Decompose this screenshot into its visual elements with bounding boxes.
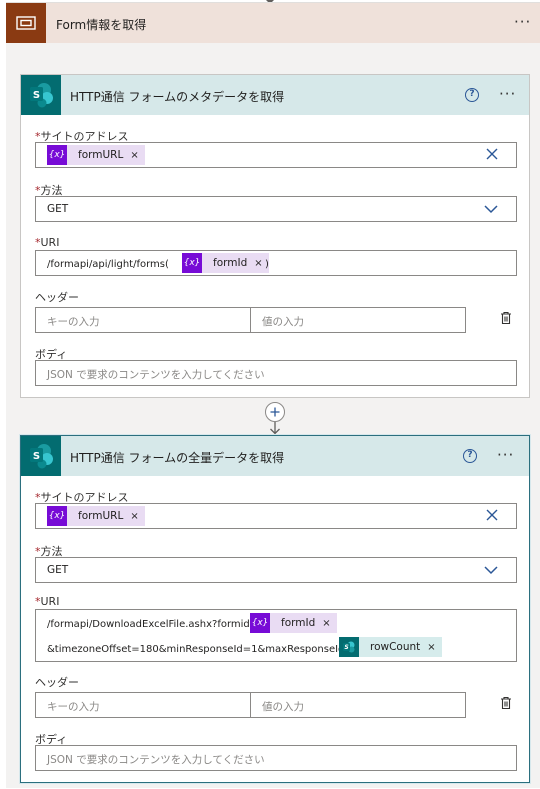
action-header[interactable]: S HTTP通信 フォームのメタデータを取得 ? ··· xyxy=(21,75,529,115)
action-more-button[interactable]: ··· xyxy=(499,87,516,102)
scope-container: Form情報を取得 ··· S HTTP通信 フォームのメタデータを取得 ? ·… xyxy=(6,2,540,788)
action-card-full-data: S HTTP通信 フォームの全量データを取得 ? ··· *サイトのアドレス {… xyxy=(20,435,530,783)
sharepoint-icon: S xyxy=(339,637,359,657)
action-title: HTTP通信 フォームの全量データを取得 xyxy=(70,451,285,465)
help-icon[interactable]: ? xyxy=(465,88,479,102)
token-remove-button[interactable]: × xyxy=(427,642,441,653)
token-remove-button[interactable]: × xyxy=(322,618,336,629)
variable-icon: {x} xyxy=(250,613,270,633)
method-dropdown[interactable]: GET xyxy=(35,196,517,222)
variable-icon: {x} xyxy=(47,506,67,526)
variable-token-formURL[interactable]: {x} formURL × xyxy=(47,145,145,165)
token-remove-button[interactable]: × xyxy=(130,150,144,161)
svg-text:S: S xyxy=(33,90,40,101)
scope-icon xyxy=(6,3,46,43)
help-icon[interactable]: ? xyxy=(463,449,477,463)
scope-more-button[interactable]: ··· xyxy=(514,15,531,30)
site-address-field[interactable]: {x} formURL × xyxy=(35,503,517,529)
uri-field[interactable]: /formapi/DownloadExcelFile.ashx?formid= … xyxy=(35,609,517,662)
chevron-down-icon xyxy=(484,566,498,575)
method-dropdown[interactable]: GET xyxy=(35,557,517,583)
sharepoint-icon: S xyxy=(21,75,61,115)
trash-icon[interactable] xyxy=(499,311,513,325)
uri-field[interactable]: /formapi/api/light/forms( {x} formId × ) xyxy=(35,250,517,276)
scope-header[interactable]: Form情報を取得 ··· xyxy=(6,3,540,43)
body-input[interactable]: JSON で要求のコンテンツを入力してください xyxy=(35,360,517,386)
scope-title: Form情報を取得 xyxy=(56,18,147,32)
headers-label: ヘッダー xyxy=(35,676,79,689)
sharepoint-token-rowCount[interactable]: S rowCount × xyxy=(339,637,442,657)
variable-token-formId[interactable]: {x} formId × xyxy=(182,253,269,273)
site-address-field[interactable]: {x} formURL × xyxy=(35,142,517,168)
trash-icon[interactable] xyxy=(499,696,513,710)
action-more-button[interactable]: ··· xyxy=(497,448,514,463)
header-value-input[interactable]: 値の入力 xyxy=(250,692,466,718)
plus-icon[interactable] xyxy=(264,401,286,435)
variable-icon: {x} xyxy=(47,145,67,165)
action-title: HTTP通信 フォームのメタデータを取得 xyxy=(70,90,285,104)
variable-token-formId[interactable]: {x} formId × xyxy=(250,613,337,633)
action-card-metadata: S HTTP通信 フォームのメタデータを取得 ? ··· *サイトのアドレス {… xyxy=(20,74,530,398)
svg-text:S: S xyxy=(344,644,348,651)
token-remove-button[interactable]: × xyxy=(130,511,144,522)
close-icon[interactable] xyxy=(486,509,498,521)
chevron-down-icon xyxy=(484,205,498,214)
add-step-connector xyxy=(264,401,286,435)
action-header[interactable]: S HTTP通信 フォームの全量データを取得 ? ··· xyxy=(21,436,529,476)
header-key-input[interactable]: キーの入力 xyxy=(35,692,251,718)
variable-icon: {x} xyxy=(182,253,202,273)
sharepoint-icon: S xyxy=(21,436,61,476)
close-icon[interactable] xyxy=(486,148,498,160)
uri-label: *URI xyxy=(35,236,60,249)
header-key-input[interactable]: キーの入力 xyxy=(35,307,251,333)
svg-text:S: S xyxy=(33,451,40,462)
body-input[interactable]: JSON で要求のコンテンツを入力してください xyxy=(35,745,517,771)
uri-label: *URI xyxy=(35,595,60,608)
header-value-input[interactable]: 値の入力 xyxy=(250,307,466,333)
headers-label: ヘッダー xyxy=(35,291,79,304)
variable-token-formURL[interactable]: {x} formURL × xyxy=(47,506,145,526)
